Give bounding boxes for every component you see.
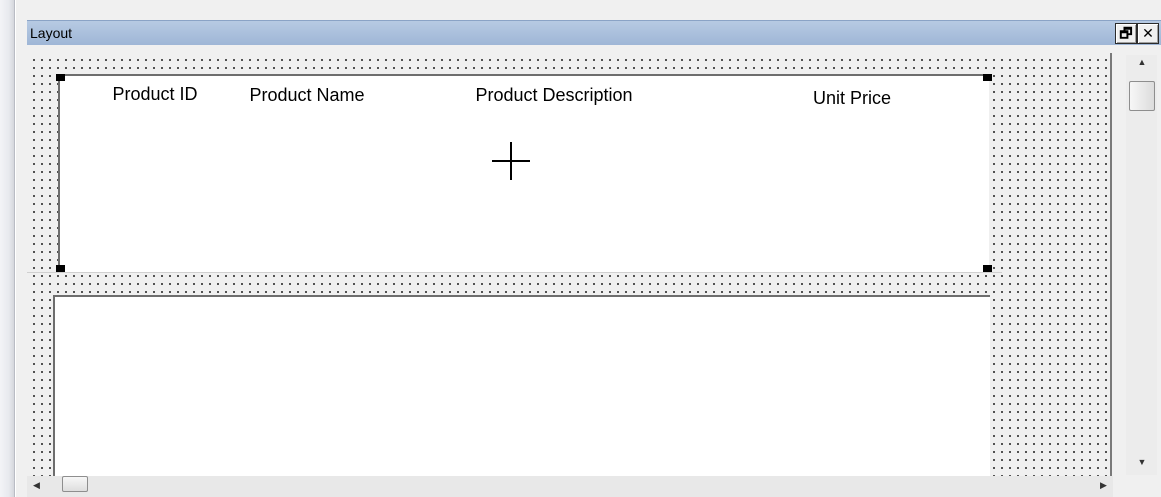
scroll-up-arrow-icon[interactable]: ▲ xyxy=(1134,57,1150,67)
close-button[interactable]: ✕ xyxy=(1137,23,1159,44)
vertical-scroll-thumb[interactable] xyxy=(1129,81,1155,111)
window-title: Layout xyxy=(30,25,73,41)
column-header-unit-price[interactable]: Unit Price xyxy=(772,87,932,110)
crosshair-icon xyxy=(492,142,530,180)
resize-handle-top-right[interactable] xyxy=(983,74,992,81)
vertical-scrollbar[interactable]: ▲ ▼ xyxy=(1126,55,1157,475)
resize-handle-bottom-left[interactable] xyxy=(56,265,65,272)
restore-button[interactable]: 🗗 xyxy=(1115,23,1137,44)
column-header-product-id[interactable]: Product ID xyxy=(103,83,207,106)
outer-frame-edge xyxy=(0,0,15,497)
scroll-right-arrow-icon[interactable]: ▶ xyxy=(1100,480,1107,491)
resize-handle-bottom-right[interactable] xyxy=(983,265,992,272)
scroll-down-arrow-icon[interactable]: ▼ xyxy=(1134,457,1150,467)
horizontal-scrollbar[interactable]: ◀ ▶ xyxy=(27,476,1113,497)
crosshair-vertical-line xyxy=(510,142,512,180)
column-header-product-description[interactable]: Product Description xyxy=(429,84,679,107)
scroll-left-arrow-icon[interactable]: ◀ xyxy=(33,480,40,491)
canvas-right-border xyxy=(1110,53,1112,477)
horizontal-scroll-thumb[interactable] xyxy=(62,476,88,492)
layout-window: Layout 🗗 ✕ Product ID Product Name Produ… xyxy=(15,0,1161,497)
resize-handle-top-left[interactable] xyxy=(56,74,65,81)
detail-band[interactable] xyxy=(53,295,990,477)
design-canvas[interactable]: Product ID Product Name Product Descript… xyxy=(27,45,1113,477)
canvas-top-margin xyxy=(27,45,1113,58)
title-bar[interactable]: Layout 🗗 ✕ xyxy=(27,20,1161,45)
band-divider xyxy=(27,272,1002,273)
column-header-product-name[interactable]: Product Name xyxy=(207,84,407,107)
